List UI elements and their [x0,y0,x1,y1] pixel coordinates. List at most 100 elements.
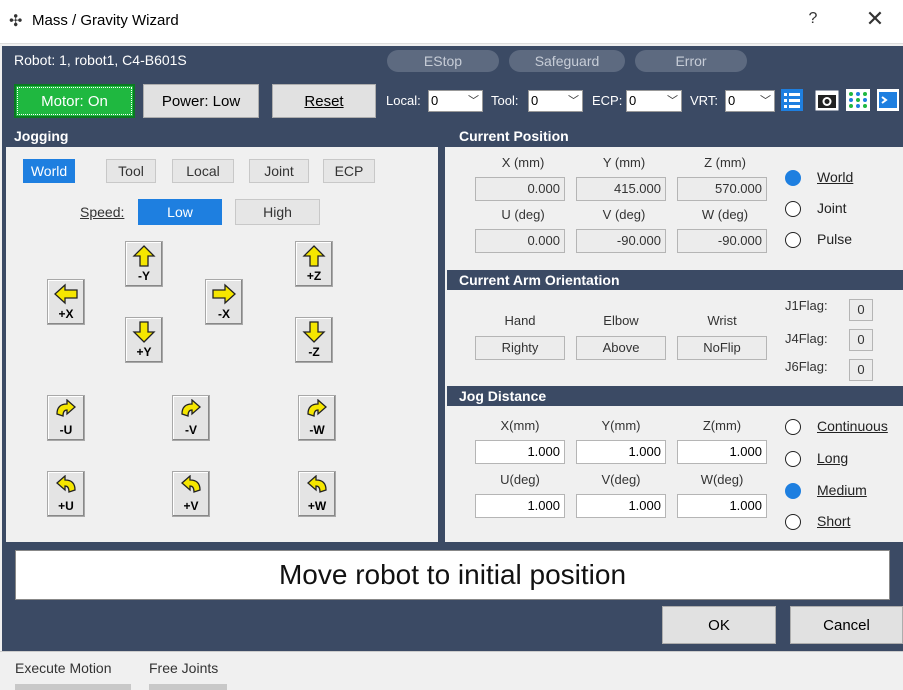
jog-minus-x-label: -X [218,307,230,321]
dist-z-input[interactable]: 1.000 [677,440,767,464]
radio-long-label: Long [817,450,849,466]
pos-u-caption: U (deg) [501,207,545,222]
jog-plus-v-button[interactable]: +V [172,471,210,517]
jog-minus-y-label: -Y [138,269,150,283]
cancel-button[interactable]: Cancel [790,606,903,644]
pos-z-value: 570.000 [677,177,767,201]
radio-continuous-label: Continuous [817,418,888,434]
dist-u-input[interactable]: 1.000 [475,494,565,518]
mode-tab-joint[interactable]: Joint [249,159,309,183]
robot-label: Robot: 1, robot1, C4-B601S [14,52,187,68]
close-button[interactable]: ✕ [860,6,890,32]
pos-w-caption: W (deg) [701,207,749,222]
elbow-caption: Elbow [603,313,639,328]
mode-tab-world[interactable]: World [23,159,75,183]
safeguard-indicator: Safeguard [509,50,625,72]
local-select[interactable]: 0 ﹀ [428,90,483,112]
jog-plus-z-label: +Z [306,269,322,283]
jog-plus-y-button[interactable]: +Y [125,317,163,363]
jog-plus-u-label: +U [58,499,74,513]
jog-minus-y-button[interactable]: -Y [125,241,163,287]
tab-execute-motion[interactable]: Execute Motion [15,660,112,676]
arm-orientation-header: Current Arm Orientation [447,270,903,290]
dist-v-input[interactable]: 1.000 [576,494,666,518]
jog-plus-z-button[interactable]: +Z [295,241,333,287]
pos-y-value: 415.000 [576,177,666,201]
radio-world[interactable] [785,170,801,186]
dist-y-input[interactable]: 1.000 [576,440,666,464]
jog-distance-header: Jog Distance [447,386,903,406]
j4flag-label: J4Flag: [785,331,828,346]
j6flag-label: J6Flag: [785,359,828,374]
rotate-ccw-icon [181,475,201,493]
jog-minus-u-label: -U [59,423,73,437]
list-icon[interactable] [781,89,803,111]
jog-minus-w-button[interactable]: -W [298,395,336,441]
radio-joint-label: Joint [817,200,847,216]
local-label: Local: [386,93,421,108]
rotate-cw-icon [307,399,327,417]
elbow-value: Above [576,336,666,360]
reset-button[interactable]: Reset [272,84,376,118]
ecp-select[interactable]: 0 ﹀ [626,90,682,112]
help-button[interactable]: ? [803,10,823,28]
dist-x-input[interactable]: 1.000 [475,440,565,464]
vrt-select[interactable]: 0 ﹀ [725,90,775,112]
speed-low-button[interactable]: Low [138,199,222,225]
chevron-down-icon: ﹀ [468,95,479,107]
ok-button[interactable]: OK [662,606,776,644]
radio-medium[interactable] [785,483,801,499]
terminal-icon[interactable] [877,89,899,111]
j4flag-value: 0 [849,329,873,351]
dist-y-caption: Y(mm) [601,418,641,433]
jog-minus-u-button[interactable]: -U [47,395,85,441]
motor-on-button[interactable]: Motor: On [14,84,135,118]
title-bar: ✣ Mass / Gravity Wizard ? ✕ [0,0,903,44]
tool-value: 0 [531,93,539,108]
rotate-ccw-icon [307,475,327,493]
jog-minus-w-label: -W [309,423,325,437]
tab-free-joints[interactable]: Free Joints [149,660,218,676]
dist-w-input[interactable]: 1.000 [677,494,767,518]
mode-tab-ecp[interactable]: ECP [323,159,375,183]
radio-continuous[interactable] [785,419,801,435]
estop-indicator: EStop [387,50,499,72]
ok-label: OK [708,616,730,634]
mode-tab-tool[interactable]: Tool [106,159,156,183]
dist-u-caption: U(deg) [500,472,540,487]
mode-tab-local[interactable]: Local [172,159,234,183]
camera-icon[interactable] [815,89,839,111]
radio-long[interactable] [785,451,801,467]
jog-minus-x-button[interactable]: -X [205,279,243,325]
radio-world-label: World [817,169,854,185]
jog-minus-z-button[interactable]: -Z [295,317,333,363]
radio-medium-label: Medium [817,482,867,498]
tool-select[interactable]: 0 ﹀ [528,90,583,112]
jog-plus-x-button[interactable]: +X [47,279,85,325]
jog-minus-z-label: -Z [308,345,320,359]
jog-minus-v-button[interactable]: -V [172,395,210,441]
jog-plus-u-button[interactable]: +U [47,471,85,517]
arrow-left-icon [54,284,78,304]
pos-z-caption: Z (mm) [704,155,746,170]
instruction-message: Move robot to initial position [15,550,890,600]
arrow-right-icon [212,284,236,304]
radio-pulse-label: Pulse [817,231,853,247]
radio-joint[interactable] [785,201,801,217]
pos-w-value: -90.000 [677,229,767,253]
ecp-label: ECP: [592,93,623,108]
speed-high-button[interactable]: High [235,199,320,225]
radio-short[interactable] [785,514,801,530]
wrist-value: NoFlip [677,336,767,360]
power-low-button[interactable]: Power: Low [143,84,259,118]
arrow-down-icon [133,321,155,343]
radio-pulse[interactable] [785,232,801,248]
ecp-value: 0 [629,93,637,108]
speed-label: Speed: [80,204,125,220]
chevron-down-icon: ﹀ [760,95,771,107]
io-monitor-icon[interactable] [846,89,870,111]
jog-plus-w-button[interactable]: +W [298,471,336,517]
hand-caption: Hand [504,313,536,328]
dist-z-caption: Z(mm) [702,418,742,433]
pos-x-caption: X (mm) [501,155,545,170]
